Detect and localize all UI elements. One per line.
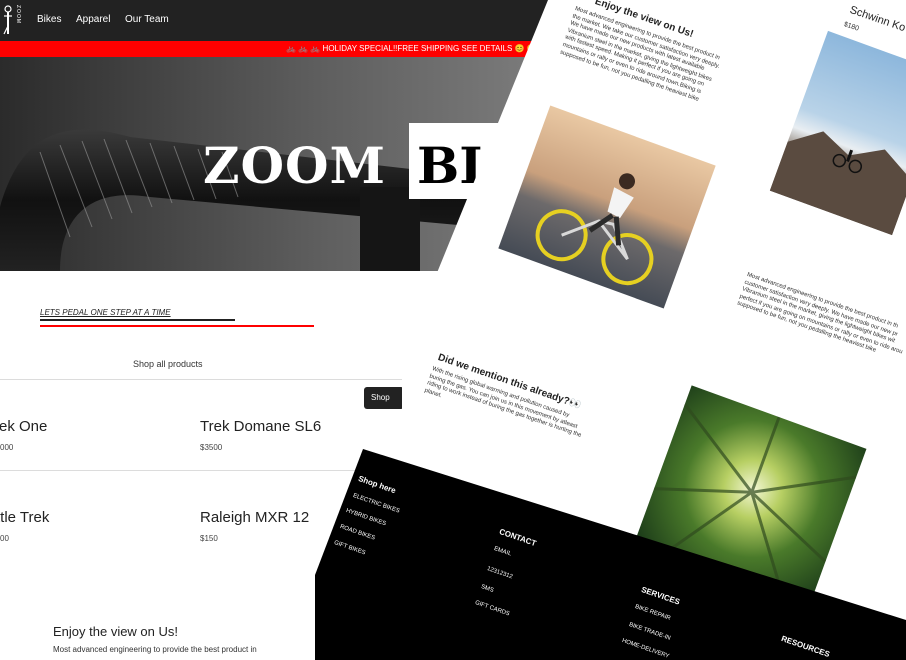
tagline-red-line — [40, 325, 314, 327]
nav-link-bikes[interactable]: Bikes — [37, 14, 61, 25]
product-price: $3500 — [200, 443, 223, 452]
nav-link-apparel[interactable]: Apparel — [76, 14, 110, 25]
product-price: $150 — [200, 534, 218, 543]
nav-link-our-team[interactable]: Our Team — [125, 14, 169, 25]
promo-text: 🚲 🚲 🚲 HOLIDAY SPECIAL!!FREE SHIPPING SEE… — [286, 44, 537, 53]
hero-title-zoom: ZOOM — [203, 136, 386, 195]
enjoy-title: Enjoy the view on Us! — [53, 624, 179, 639]
product-price: 000 — [0, 443, 14, 452]
product-name[interactable]: Trek Domane SL6 — [200, 418, 321, 435]
tagline: LETS PEDAL ONE STEP AT A TIME — [40, 308, 171, 317]
product-name[interactable]: ttle Trek — [0, 509, 49, 526]
product-name[interactable]: rek One — [0, 418, 47, 435]
shop-all-link[interactable]: Shop all products — [133, 359, 203, 369]
tagline-underline — [40, 319, 235, 321]
logo-text: ZOOM — [15, 5, 21, 24]
product-price: 00 — [0, 534, 9, 543]
enjoy-text: Most advanced engineering to provide the… — [53, 645, 257, 654]
product-name[interactable]: Raleigh MXR 12 — [200, 509, 309, 526]
shop-button[interactable]: Shop — [364, 387, 404, 409]
